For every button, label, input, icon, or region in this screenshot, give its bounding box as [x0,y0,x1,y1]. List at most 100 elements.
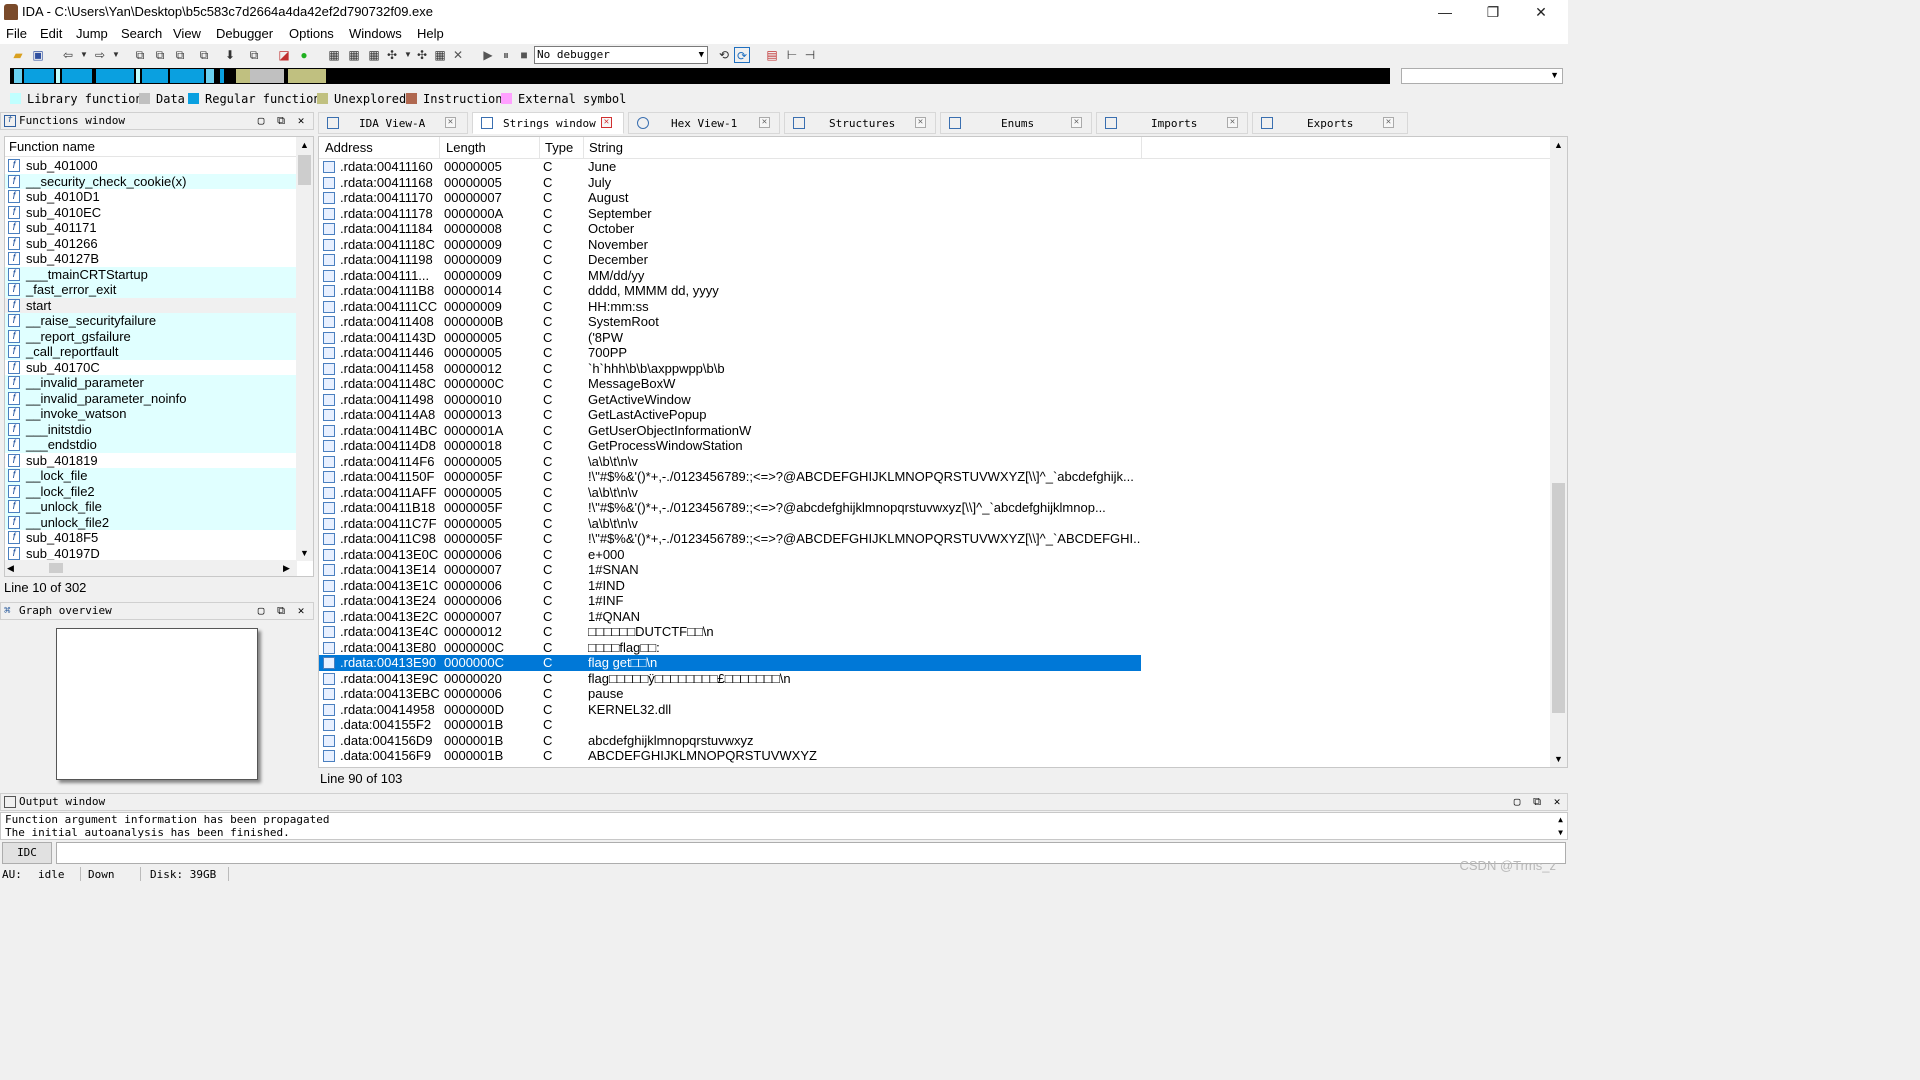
binary-icon[interactable]: ⧉ [132,47,148,63]
menu-edit[interactable]: Edit [40,26,62,41]
strings-table-row[interactable]: .rdata:00411184 00000008 C October [319,221,1551,237]
function-list-item[interactable]: f sub_401819 [5,453,297,469]
forward-dropdown-icon[interactable]: ▼ [108,47,124,63]
function-list-item[interactable]: f __lock_file2 [5,483,297,499]
strings-table-row[interactable]: .rdata:004114A8 00000013 C GetLastActivePop… [319,407,1551,423]
function-list-item[interactable]: f __lock_file [5,468,297,484]
stop-icon[interactable]: ■ [516,47,532,63]
strings-table-row[interactable]: .rdata:004114D8 00000018 C GetProcessWindow… [319,438,1551,454]
tab-exports[interactable]: Exports ✕ [1252,112,1408,134]
tab-enums[interactable]: Enums ✕ [940,112,1092,134]
minimize-button[interactable]: — [1422,2,1468,22]
function-list-item[interactable]: f ___tmainCRTStartup [5,266,297,282]
function-list-item[interactable]: f _call_reportfault [5,344,297,360]
open-folder-icon[interactable]: ▰ [10,47,26,63]
delete-x-icon[interactable]: ✕ [450,47,466,63]
strings-table-row[interactable]: .rdata:00411C7F 00000005 C \a\b\t\n\v [319,516,1551,532]
patch-icon[interactable]: ⧉ [246,47,262,63]
menu-file[interactable]: File [6,26,27,41]
strings-table-row[interactable]: .rdata:00411198 00000009 C December [319,252,1551,268]
function-list-item[interactable]: f sub_40127B [5,251,297,267]
functions-horizontal-scrollbar[interactable]: ◀ ▶ [5,560,297,576]
scroll-down-icon[interactable]: ▼ [1550,751,1567,767]
function-name-header[interactable]: Function name [5,137,297,157]
close-panel-icon[interactable]: ✕ [1549,794,1565,810]
strings-table-row[interactable]: .rdata:00411168 00000005 C July [319,175,1551,191]
function-list-item[interactable]: f sub_4010D1 [5,189,297,205]
function-list-item[interactable]: f __report_gsfailure [5,328,297,344]
close-button[interactable]: ✕ [1518,2,1564,22]
run-icon[interactable]: ▶ [480,47,496,63]
text-search-icon[interactable]: ⧉ [152,47,168,63]
function-list-item[interactable]: f ___initstdio [5,421,297,437]
strings-table-row[interactable]: .rdata:00411458 00000012 C `h`hhh\b\b\axppw… [319,361,1551,377]
strings-table-row[interactable]: .rdata:00413E9C 00000020 Cflag□□□□□ӱ□□□□□□… [319,671,1551,687]
strings-table-row[interactable]: .rdata:00411C98 0000005F C !\"#$%&'()*+,-.… [319,531,1551,547]
strings-table-row[interactable]: .rdata:00414958 0000000D C KERNEL32.dll [319,702,1551,718]
strings-table-row[interactable]: .rdata:00413E4C 00000012 C □□□□□□DUTCTF□□\n [319,624,1551,640]
strings-table-row[interactable]: .rdata:00411178 0000000A C September [319,206,1551,222]
address-column-header[interactable]: Address [325,140,373,155]
strings-table-row[interactable]: .rdata:00413EBC 00000006 Cpause [319,686,1551,702]
function-list-item[interactable]: f __unlock_file [5,499,297,515]
restore-panel-icon[interactable]: ▢ [253,113,269,129]
data-icon[interactable]: ▦ [346,47,362,63]
type-column-header[interactable]: Type [545,140,573,155]
strings-table-row[interactable]: .rdata:00413E1C 00000006 C 1#IND [319,578,1551,594]
function-list-item[interactable]: f __security_check_cookie(x) [5,173,297,189]
bookmark-icon[interactable]: ▤ [764,47,780,63]
function-list-item[interactable]: f sub_4010EC [5,205,297,221]
navigation-band[interactable] [10,68,1390,84]
tab-structures[interactable]: Structures ✕ [784,112,936,134]
navband-mode-select[interactable]: ▼ [1401,68,1563,84]
strings-table-row[interactable]: .rdata:0041148C 0000000C C MessageBoxW [319,376,1551,392]
strings-table-row[interactable]: .rdata:00411498 00000010 C GetActiveWindow [319,392,1551,408]
function-list-item[interactable]: f sub_401171 [5,220,297,236]
strings-table-row[interactable]: .data:004156F9 0000001B C ABCDEFGHIJKLMNOPQ… [319,748,1551,764]
menu-jump[interactable]: Jump [76,26,108,41]
close-tab-icon[interactable]: ✕ [759,117,770,128]
next-search-icon[interactable]: ⧉ [196,47,212,63]
close-panel-icon[interactable]: ✕ [293,113,309,129]
strings-table-row[interactable]: .rdata:004111CC 00000009 C HH:mm:ss [319,299,1551,315]
scroll-down-icon[interactable]: ▼ [296,545,313,561]
scroll-thumb[interactable] [298,155,311,185]
tab-imports[interactable]: Imports ✕ [1096,112,1248,134]
green-circle-icon[interactable]: ● [296,47,312,63]
strings-table-row[interactable]: .rdata:00413E90 0000000C Cflag get□□\n [319,655,1141,671]
restore-panel-icon[interactable]: ▢ [253,603,269,619]
strings-table-row[interactable]: .rdata:00413E0C 00000006 Ce+000 [319,547,1551,563]
binary-search-icon[interactable]: ⧉ [172,47,188,63]
strings-table-row[interactable]: .rdata:00411AFF 00000005 C \a\b\t\n\v [319,485,1551,501]
output-log[interactable]: Function argument information has been p… [0,812,1568,840]
function-list-item[interactable]: f _fast_error_exit [5,282,297,298]
strings-table-row[interactable]: .rdata:00411B18 0000005F C !\"#$%&'()*+,-.… [319,500,1551,516]
strings-table-row[interactable]: .rdata:0041118C 00000009 C November [319,237,1551,253]
strings-table-row[interactable]: .rdata:0041143D 00000005 C ('8PW [319,330,1551,346]
restore-panel-icon[interactable]: ▢ [1509,794,1525,810]
strings-table-row[interactable]: .rdata:004114F6 00000005 C \a\b\t\n\v [319,454,1551,470]
idc-button[interactable]: IDC [2,842,52,864]
tab-ida-view-a[interactable]: IDA View-A ✕ [318,112,468,134]
strings-table-row[interactable]: .rdata:00411170 00000007 C August [319,190,1551,206]
menu-options[interactable]: Options [289,26,334,41]
back-arrow-icon[interactable]: ⇦ [60,47,76,63]
scroll-left-icon[interactable]: ◀ [7,560,21,576]
undefine-icon[interactable]: ✣ [414,47,430,63]
tab-strings-window[interactable]: Strings window ✕ [472,112,624,134]
strings-vertical-scrollbar[interactable]: ▲ ▼ [1550,137,1567,767]
strings-table-row[interactable]: .data:004156D9 0000001B Cabcdefghijklmnopq… [319,733,1551,749]
function-list-item[interactable]: f __invalid_parameter_noinfo [5,390,297,406]
close-tab-icon[interactable]: ✕ [601,117,612,128]
trace-icon[interactable]: ⊣ [802,47,818,63]
menu-view[interactable]: View [173,26,201,41]
scroll-up-icon[interactable]: ▲ [296,137,313,153]
strings-table-row[interactable]: .rdata:00413E24 00000006 C 1#INF [319,593,1551,609]
save-icon[interactable]: ▣ [30,47,46,63]
flowchart-icon[interactable]: ◪ [276,47,292,63]
scroll-up-icon[interactable]: ▲ [1558,813,1563,826]
menu-help[interactable]: Help [417,26,444,41]
close-tab-icon[interactable]: ✕ [1071,117,1082,128]
scroll-up-icon[interactable]: ▲ [1550,137,1567,153]
function-list-item[interactable]: f start [5,297,297,313]
